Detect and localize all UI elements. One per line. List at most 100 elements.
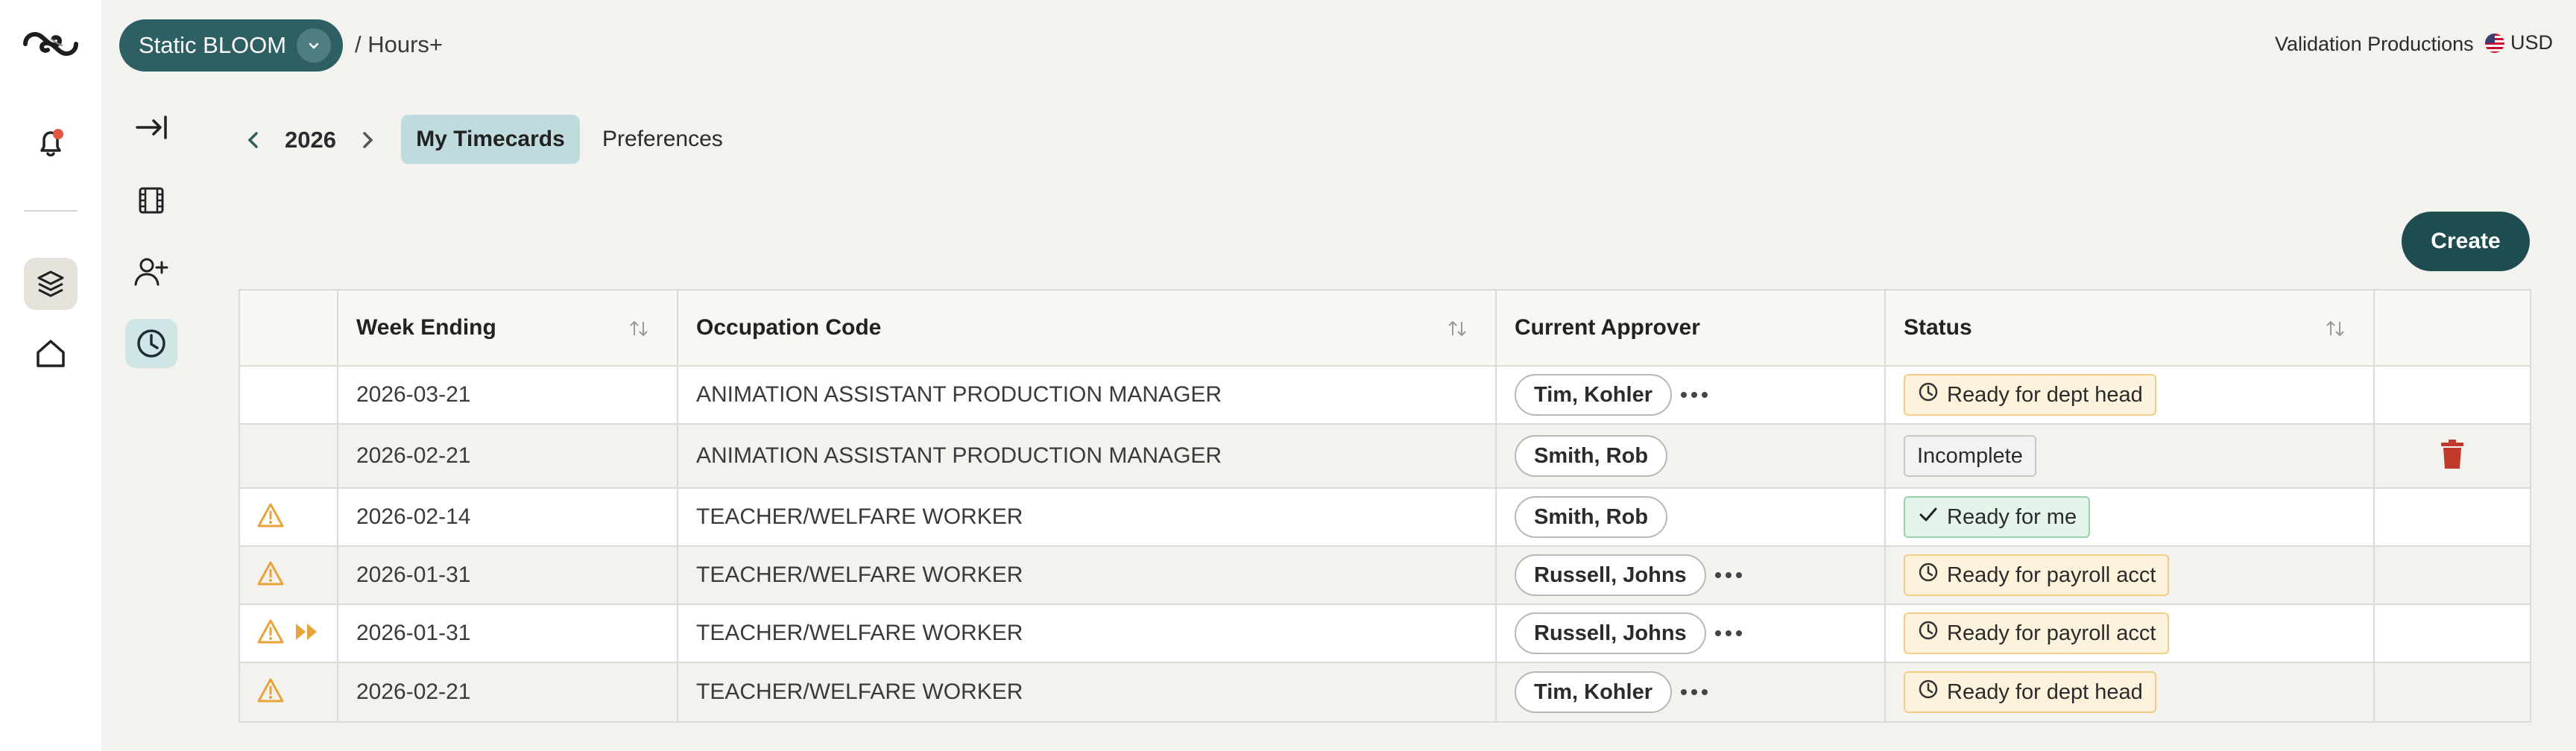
approver-cell: Tim, Kohler [1497, 367, 1886, 423]
home-icon[interactable] [30, 332, 72, 374]
approver-chip[interactable]: Tim, Kohler [1515, 671, 1672, 713]
status-badge: Ready for payroll acct [1904, 612, 2170, 654]
year-label: 2026 [285, 127, 336, 153]
header-cell-status[interactable]: Status [1886, 291, 2375, 365]
warning-icon [256, 560, 285, 591]
clock-icon [1917, 561, 1939, 589]
week-ending-value: 2026-02-14 [356, 504, 471, 529]
chevron-left-icon[interactable] [239, 119, 268, 161]
currency-selector[interactable]: USD [2485, 31, 2553, 54]
more-options-icon[interactable] [1678, 676, 1711, 709]
row-flags-cell [240, 367, 338, 423]
more-options-icon[interactable] [1712, 617, 1745, 650]
add-user-icon[interactable] [125, 247, 177, 297]
approver-chip[interactable]: Smith, Rob [1515, 435, 1668, 477]
occupation-value: ANIMATION ASSISTANT PRODUCTION MANAGER [696, 443, 1222, 468]
week-ending-value: 2026-01-31 [356, 621, 471, 645]
occupation-cell: TEACHER/WELFARE WORKER [678, 547, 1497, 603]
org-name: Static BLOOM [139, 32, 287, 58]
table-row[interactable]: 2026-02-14 TEACHER/WELFARE WORKER Smith, R… [240, 489, 2530, 547]
status-cell: Ready for me [1886, 489, 2375, 545]
header-cell-week-ending[interactable]: Week Ending [338, 291, 678, 365]
status-label: Incomplete [1917, 443, 2023, 468]
sort-icon[interactable] [2324, 317, 2346, 340]
status-label: Ready for dept head [1947, 679, 2143, 704]
occupation-value: TEACHER/WELFARE WORKER [696, 504, 1023, 529]
table-row[interactable]: 2026-02-21 TEACHER/WELFARE WORKER Tim, Koh… [240, 663, 2530, 721]
status-badge: Incomplete [1904, 435, 2036, 477]
occupation-value: TEACHER/WELFARE WORKER [696, 679, 1023, 704]
status-badge: Ready for dept head [1904, 374, 2156, 416]
approver-cell: Russell, Johns [1497, 547, 1886, 603]
film-icon[interactable] [125, 176, 177, 225]
timecards-table: Week Ending Occupation Code Current Appr… [239, 289, 2531, 723]
approver-chip[interactable]: Tim, Kohler [1515, 374, 1672, 416]
bell-icon[interactable] [30, 122, 72, 164]
occupation-cell: TEACHER/WELFARE WORKER [678, 663, 1497, 721]
org-switcher[interactable]: Static BLOOM [119, 19, 343, 72]
brand-logo-icon[interactable] [21, 27, 80, 61]
rail-divider [24, 210, 78, 212]
tab-preferences[interactable]: Preferences [602, 115, 723, 164]
breadcrumb[interactable]: / Hours+ [355, 31, 443, 58]
header-cell-flags [240, 291, 338, 365]
table-row[interactable]: 2026-03-21 ANIMATION ASSISTANT PRODUCTION… [240, 367, 2530, 425]
week-ending-cell: 2026-02-21 [338, 425, 678, 487]
row-flags-cell [240, 425, 338, 487]
status-label: Ready for payroll acct [1947, 563, 2156, 587]
currency-label: USD [2510, 31, 2554, 54]
row-flags-cell [240, 663, 338, 721]
table-row[interactable]: 2026-01-31 TEACHER/WELFARE WORKER Russell,… [240, 547, 2530, 605]
table-row[interactable]: 2026-01-31 TEACHER/WELFARE WORKER Russell,… [240, 605, 2530, 663]
actions-cell [2375, 489, 2530, 545]
occupation-cell: TEACHER/WELFARE WORKER [678, 605, 1497, 662]
tab-my-timecards[interactable]: My Timecards [401, 115, 580, 164]
more-options-icon[interactable] [1712, 559, 1745, 592]
us-flag-icon [2485, 33, 2504, 53]
header-cell-current-approver: Current Approver [1497, 291, 1886, 365]
occupation-cell: ANIMATION ASSISTANT PRODUCTION MANAGER [678, 425, 1497, 487]
status-badge: Ready for dept head [1904, 671, 2156, 713]
create-button[interactable]: Create [2402, 212, 2530, 271]
more-options-icon[interactable] [1678, 378, 1711, 411]
status-badge: Ready for payroll acct [1904, 554, 2170, 596]
status-cell: Incomplete [1886, 425, 2375, 487]
year-navigator: 2026 [239, 119, 382, 161]
warning-icon [256, 618, 285, 649]
approver-cell: Russell, Johns [1497, 605, 1886, 662]
approver-chip[interactable]: Russell, Johns [1515, 612, 1706, 654]
sort-icon[interactable] [628, 317, 650, 340]
layers-icon[interactable] [24, 258, 78, 310]
actions-cell [2375, 367, 2530, 423]
occupation-cell: ANIMATION ASSISTANT PRODUCTION MANAGER [678, 367, 1497, 423]
approver-cell: Smith, Rob [1497, 489, 1886, 545]
status-cell: Ready for dept head [1886, 663, 2375, 721]
trash-icon[interactable] [2438, 438, 2466, 475]
company-name[interactable]: Validation Productions [2275, 33, 2474, 56]
clock-icon[interactable] [125, 319, 177, 368]
status-badge: Ready for me [1904, 496, 2091, 538]
occupation-value: ANIMATION ASSISTANT PRODUCTION MANAGER [696, 382, 1222, 407]
chevron-right-icon[interactable] [353, 119, 382, 161]
column-header-label: Status [1904, 315, 1972, 340]
collapse-arrow-icon[interactable] [125, 103, 177, 152]
status-label: Ready for me [1947, 504, 2077, 529]
approver-chip[interactable]: Smith, Rob [1515, 496, 1668, 538]
approver-chip[interactable]: Russell, Johns [1515, 554, 1706, 596]
table-row[interactable]: 2026-02-21 ANIMATION ASSISTANT PRODUCTION… [240, 425, 2530, 489]
week-ending-cell: 2026-03-21 [338, 367, 678, 423]
header-cell-actions [2375, 291, 2530, 365]
fast-forward-icon [294, 621, 321, 647]
sort-icon[interactable] [1446, 317, 1468, 340]
warning-icon [256, 502, 285, 533]
status-cell: Ready for payroll acct [1886, 547, 2375, 603]
row-flags-cell [240, 489, 338, 545]
actions-cell [2375, 547, 2530, 603]
clock-icon [1917, 619, 1939, 647]
clock-icon [1917, 381, 1939, 409]
warning-icon [256, 677, 285, 708]
row-flags-cell [240, 605, 338, 662]
header-cell-occupation-code[interactable]: Occupation Code [678, 291, 1497, 365]
chevron-down-icon[interactable] [297, 28, 331, 63]
app-rail [0, 0, 101, 751]
